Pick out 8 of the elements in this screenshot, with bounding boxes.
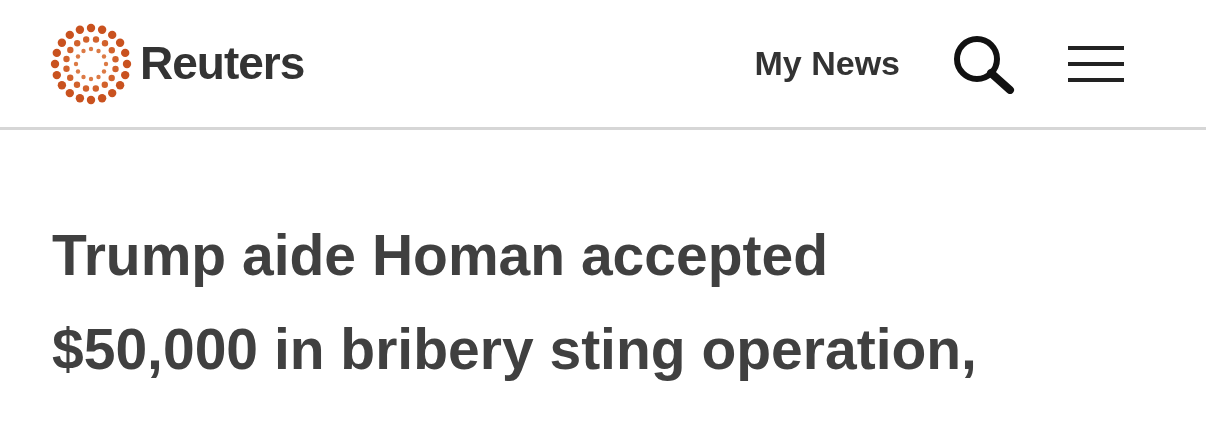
brand-name: Reuters [140,36,305,91]
logo-icon [50,22,132,105]
menu-icon [1068,43,1124,84]
my-news-link[interactable]: My News [754,38,900,89]
menu-button[interactable] [1068,43,1124,84]
search-button[interactable] [952,33,1016,94]
search-icon [952,33,1016,94]
headline: Trump aide Homan accepted $50,000 in bribery sting operation, [52,222,977,383]
